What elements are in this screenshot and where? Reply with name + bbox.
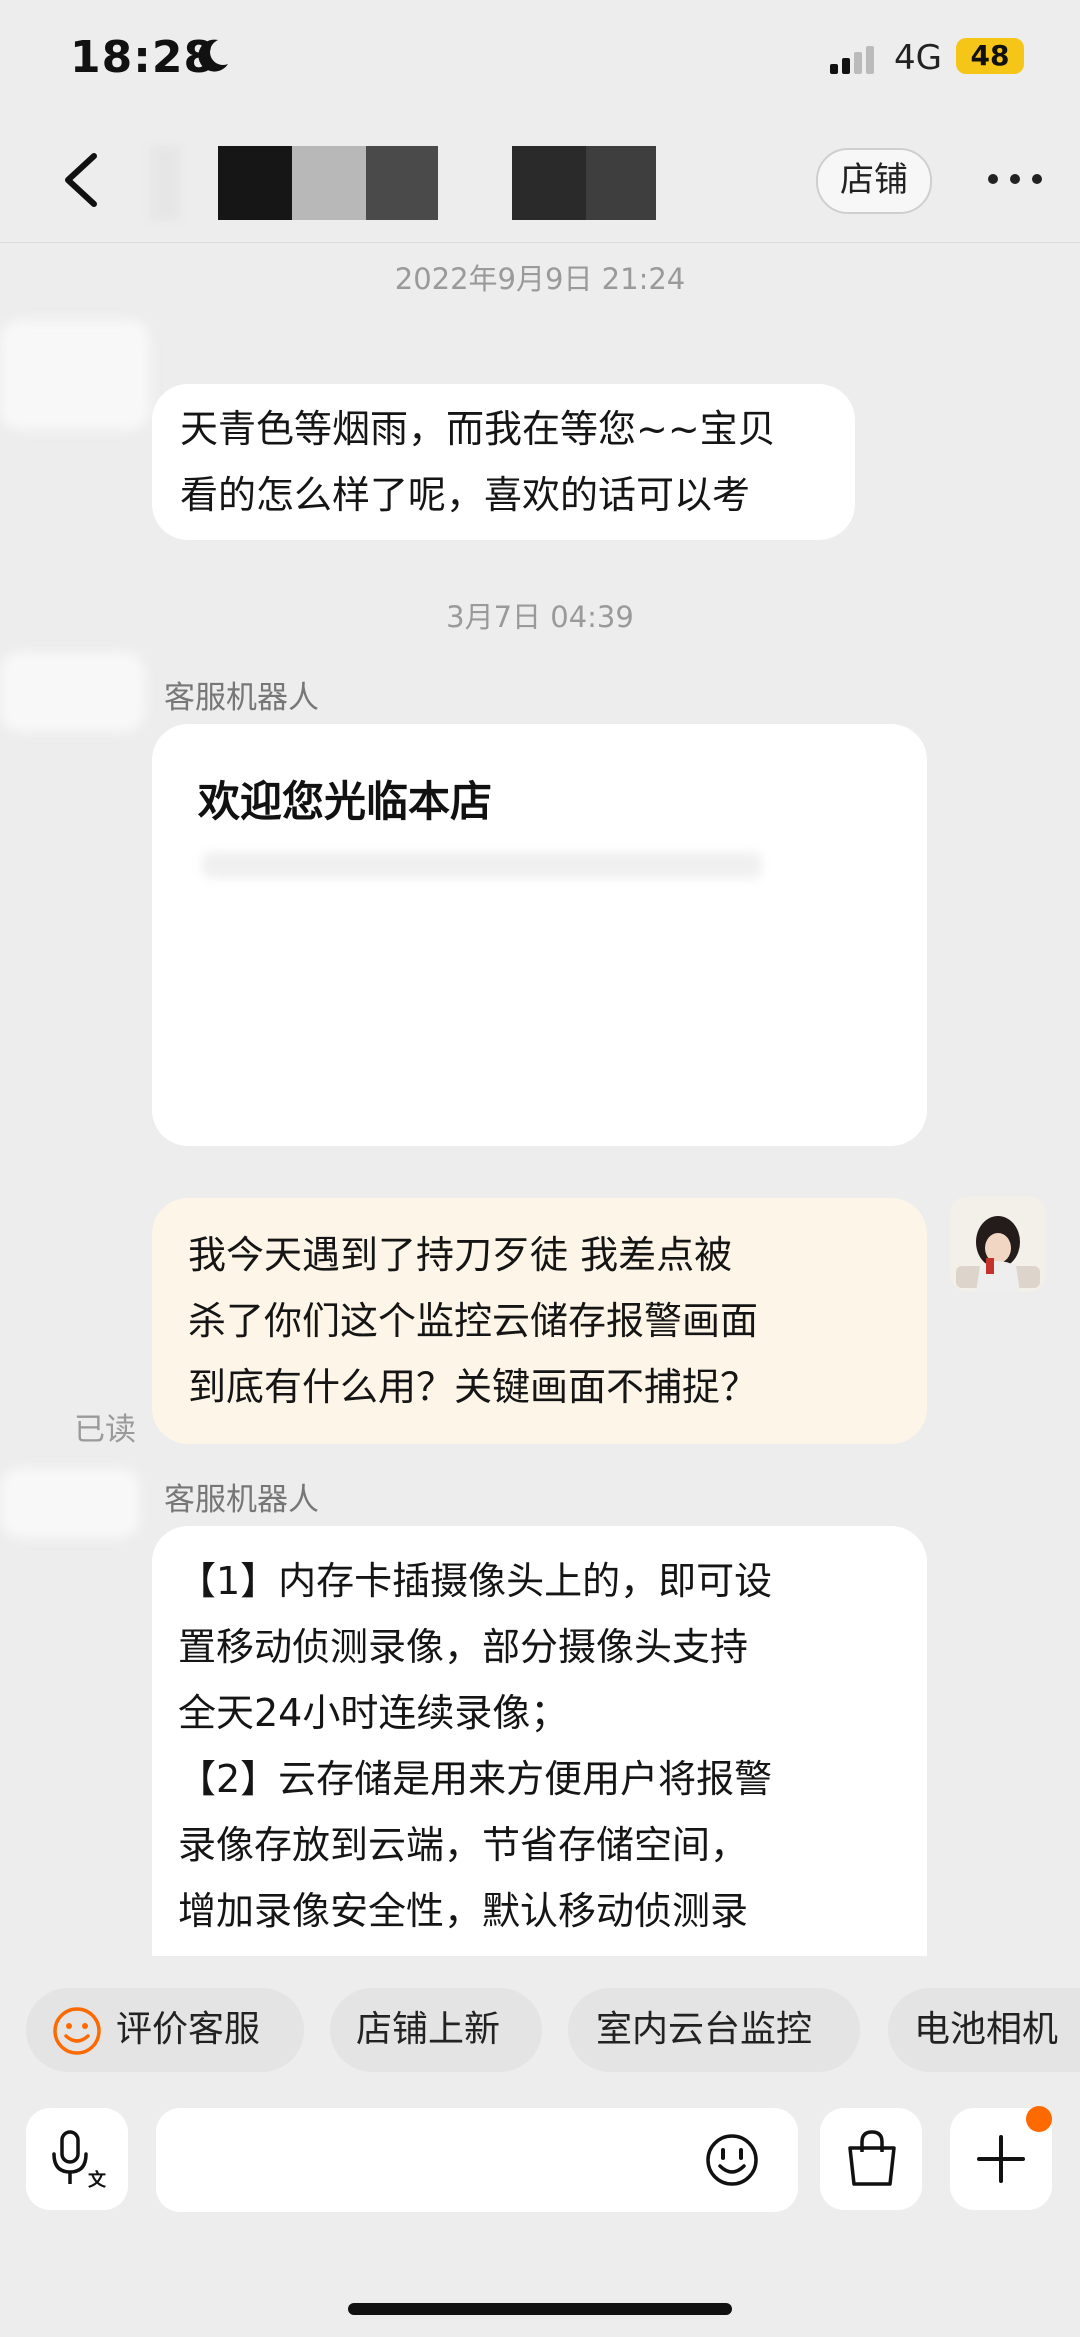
- message-timestamp: 2022年9月9日 21:24: [394, 262, 686, 296]
- quick-reply-rate-service[interactable]: 评价客服: [26, 1988, 304, 2072]
- shop-name-mosaic: [512, 146, 586, 220]
- shop-avatar: [0, 320, 150, 430]
- quick-reply-new-arrivals[interactable]: 店铺上新: [330, 1988, 542, 2072]
- card-subtitle-blurred: [202, 852, 762, 878]
- quick-reply-ptz-camera[interactable]: 室内云台监控: [568, 1988, 860, 2072]
- battery-icon: 48: [956, 38, 1024, 74]
- message-bubble[interactable]: 天青色等烟雨，而我在等您~~宝贝 看的怎么样了呢，喜欢的话可以考: [152, 384, 855, 540]
- user-message-bubble[interactable]: 我今天遇到了持刀歹徒 我差点被 杀了你们这个监控云储存报警画面 到底有什么用？关…: [152, 1198, 927, 1444]
- shop-name-mosaic: [218, 146, 292, 220]
- network-type: 4G: [894, 38, 942, 78]
- voice-button[interactable]: 文: [26, 2108, 128, 2210]
- smile-face-icon: [53, 2007, 101, 2055]
- plus-icon: [977, 2135, 1025, 2183]
- bot-avatar: [0, 652, 145, 732]
- status-bar: 18:28 4G 48: [0, 0, 1080, 120]
- chip-label: 室内云台监控: [596, 2009, 813, 2050]
- smile-icon[interactable]: [704, 2132, 760, 2188]
- read-status: 已读: [74, 1412, 136, 1448]
- moon-icon: [198, 39, 228, 72]
- welcome-card[interactable]: 欢迎您光临本店: [152, 724, 927, 1146]
- more-icon[interactable]: [988, 164, 1044, 194]
- quick-reply-battery-camera[interactable]: 电池相机: [888, 1988, 1080, 2072]
- chip-label: 评价客服: [116, 2009, 261, 2050]
- back-arrow-icon[interactable]: [58, 150, 108, 210]
- shopping-bag-icon: [848, 2130, 896, 2186]
- message-text: 【1】内存卡插摄像头上的，即可设 置移动侦测录像，部分摄像头支持 全天24小时连…: [178, 1559, 773, 1933]
- svg-text:文: 文: [88, 2169, 107, 2190]
- mic-translate-icon: 文: [52, 2130, 107, 2190]
- sender-name: 客服机器人: [164, 1482, 319, 1518]
- chip-label: 店铺上新: [356, 2009, 501, 2050]
- message-text: 我今天遇到了持刀歹徒 我差点被 杀了你们这个监控云储存报警画面 到底有什么用？关…: [188, 1233, 759, 1409]
- sender-name: 客服机器人: [164, 680, 319, 716]
- store-button[interactable]: 店铺: [816, 148, 932, 214]
- home-indicator[interactable]: [348, 2303, 732, 2315]
- card-title: 欢迎您光临本店: [198, 777, 493, 826]
- signal-icon: [830, 46, 874, 74]
- message-bubble[interactable]: 【1】内存卡插摄像头上的，即可设 置移动侦测录像，部分摄像头支持 全天24小时连…: [152, 1526, 927, 1956]
- shop-name-mosaic: [366, 146, 438, 220]
- chip-label: 电池相机: [914, 2009, 1059, 2050]
- shop-name-blurred: [150, 146, 180, 220]
- user-avatar[interactable]: [950, 1196, 1046, 1292]
- message-text: 天青色等烟雨，而我在等您~~宝贝 看的怎么样了呢，喜欢的话可以考: [180, 407, 776, 517]
- shop-name-mosaic: [292, 146, 366, 220]
- message-timestamp: 3月7日 04:39: [446, 600, 634, 634]
- shop-name-mosaic: [586, 146, 656, 220]
- products-button[interactable]: [820, 2108, 922, 2210]
- bot-avatar: [0, 1468, 140, 1538]
- message-input[interactable]: [156, 2108, 798, 2212]
- notification-dot: [1026, 2106, 1052, 2132]
